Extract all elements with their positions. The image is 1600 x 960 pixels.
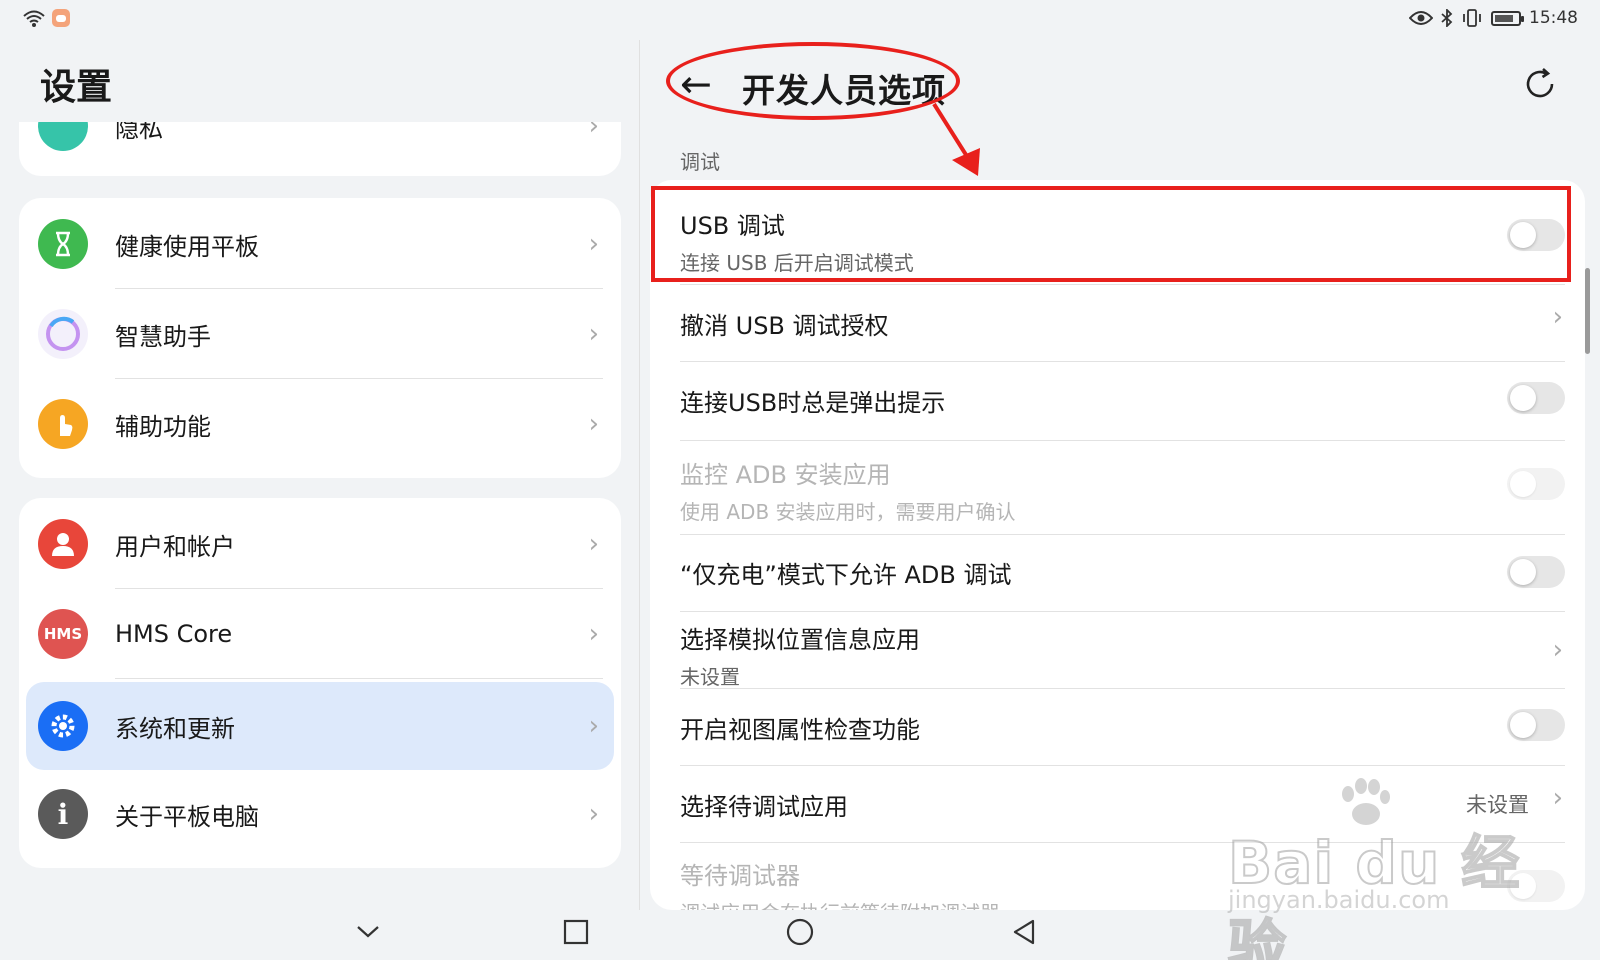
- mock-location-app-item[interactable]: 选择模拟位置信息应用 未设置: [680, 620, 1565, 690]
- back-triangle-icon[interactable]: [1004, 912, 1044, 952]
- vibrate-icon: [1463, 9, 1481, 27]
- bluetooth-icon: [1441, 9, 1453, 27]
- usb-prompt-item[interactable]: 连接USB时总是弹出提示: [680, 383, 1565, 418]
- chevron-right-icon: ›: [588, 122, 599, 141]
- divider: [680, 534, 1565, 535]
- message-icon: [52, 9, 70, 27]
- divider: [115, 378, 603, 379]
- item-title: 撤消 USB 调试授权: [680, 312, 889, 340]
- revoke-usb-auth-item[interactable]: 撤消 USB 调试授权: [680, 306, 1565, 341]
- watermark-url: jingyan.baidu.com: [1228, 886, 1450, 914]
- item-title: “仅充电”模式下允许 ADB 调试: [680, 561, 1012, 589]
- annotation-box: [651, 186, 1571, 282]
- user-icon: [38, 519, 88, 569]
- sidebar-item-about-tablet[interactable]: i 关于平板电脑 ›: [19, 770, 621, 858]
- settings-card-2: 用户和帐户 › HMS HMS Core › 系统和更新 › i 关于平板电脑 …: [19, 498, 621, 868]
- recents-square-icon[interactable]: [556, 912, 596, 952]
- sidebar-item-label: 智慧助手: [115, 322, 211, 351]
- info-icon: i: [38, 789, 88, 839]
- hand-icon: [38, 399, 88, 449]
- sidebar-item-users[interactable]: 用户和帐户 ›: [19, 500, 621, 588]
- charge-only-adb-toggle[interactable]: [1507, 556, 1565, 588]
- chevron-right-icon: ›: [588, 711, 599, 741]
- gear-icon: [38, 701, 88, 751]
- sidebar-item-label: 隐私: [115, 122, 163, 143]
- item-title: 监控 ADB 安装应用: [680, 461, 891, 489]
- assistant-icon: [38, 309, 88, 359]
- sidebar-item-label: 关于平板电脑: [115, 802, 259, 831]
- divider: [680, 611, 1565, 612]
- eye-icon: [1409, 11, 1433, 25]
- monitor-adb-install-toggle: [1507, 468, 1565, 500]
- chevron-right-icon: ›: [588, 319, 599, 349]
- sidebar-item-label: 辅助功能: [115, 412, 211, 441]
- chevron-right-icon: ›: [1552, 302, 1563, 332]
- chevron-down-icon[interactable]: [348, 912, 388, 952]
- item-title: 开启视图属性检查功能: [680, 716, 920, 744]
- annotation-ellipse: [666, 42, 960, 120]
- chevron-right-icon: ›: [1552, 635, 1563, 665]
- wifi-icon: [23, 10, 45, 27]
- sidebar-item-label: 健康使用平板: [115, 232, 259, 261]
- chevron-right-icon: ›: [588, 619, 599, 649]
- status-bar: 15:48: [0, 0, 1600, 40]
- sidebar-item-assistant[interactable]: 智慧助手 ›: [19, 290, 621, 378]
- monitor-adb-install-item: 监控 ADB 安装应用 使用 ADB 安装应用时，需要用户确认: [680, 455, 1565, 525]
- item-title: 连接USB时总是弹出提示: [680, 389, 946, 417]
- home-circle-icon[interactable]: [780, 912, 820, 952]
- divider: [115, 288, 603, 289]
- panel-divider: [639, 40, 640, 910]
- divider: [680, 765, 1565, 766]
- divider: [680, 284, 1565, 285]
- item-subtitle: 使用 ADB 安装应用时，需要用户确认: [680, 500, 1016, 524]
- item-title: 选择模拟位置信息应用: [680, 626, 920, 654]
- chevron-right-icon: ›: [588, 529, 599, 559]
- settings-title: 设置: [40, 67, 113, 108]
- item-subtitle: 未设置: [680, 665, 740, 689]
- sidebar-item-system-update[interactable]: 系统和更新 ›: [26, 682, 614, 770]
- divider: [115, 678, 603, 679]
- sidebar-item-label: 系统和更新: [115, 714, 235, 743]
- sidebar-item-label: HMS Core: [115, 620, 233, 648]
- view-attribute-inspection-item[interactable]: 开启视图属性检查功能: [680, 710, 1565, 745]
- navigation-bar: [0, 912, 1600, 960]
- sidebar-item-hms-core[interactable]: HMS HMS Core ›: [19, 590, 621, 678]
- chevron-right-icon: ›: [1552, 783, 1563, 813]
- divider: [680, 361, 1565, 362]
- chevron-right-icon: ›: [588, 229, 599, 259]
- hms-icon-text: HMS: [43, 625, 83, 643]
- sidebar-item-health[interactable]: 健康使用平板 ›: [19, 200, 621, 288]
- scrollbar[interactable]: [1585, 268, 1590, 354]
- divider: [680, 440, 1565, 441]
- divider: [115, 588, 603, 589]
- hourglass-icon: [38, 219, 88, 269]
- settings-card-partial: 隐私 ›: [19, 122, 621, 176]
- usb-prompt-toggle[interactable]: [1507, 382, 1565, 414]
- status-time: 15:48: [1529, 8, 1578, 28]
- chevron-right-icon: ›: [588, 799, 599, 829]
- chevron-right-icon: ›: [588, 409, 599, 439]
- refresh-icon[interactable]: [1522, 66, 1558, 102]
- divider: [680, 688, 1565, 689]
- section-label: 调试: [680, 150, 720, 174]
- annotation-arrow-icon: [932, 102, 980, 176]
- settings-card-1: 健康使用平板 › 智慧助手 › 辅助功能 ›: [19, 198, 621, 478]
- hms-icon: HMS: [38, 609, 88, 659]
- sidebar-item-privacy[interactable]: 隐私 ›: [19, 122, 621, 170]
- sidebar-item-accessibility[interactable]: 辅助功能 ›: [19, 380, 621, 468]
- watermark: Bai du 经验 jingyan.baidu.com: [1227, 778, 1528, 960]
- view-attribute-inspection-toggle[interactable]: [1507, 709, 1565, 741]
- sidebar-item-label: 用户和帐户: [115, 532, 235, 561]
- battery-icon: [1491, 10, 1524, 26]
- privacy-icon: [38, 122, 88, 151]
- charge-only-adb-item[interactable]: “仅充电”模式下允许 ADB 调试: [680, 555, 1565, 590]
